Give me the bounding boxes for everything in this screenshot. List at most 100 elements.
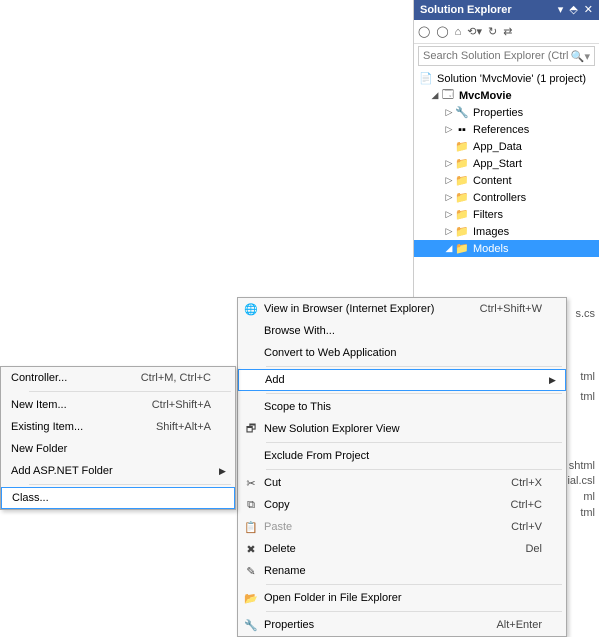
menu-item-class[interactable]: Class... <box>1 487 235 509</box>
tree-item-label: Images <box>473 226 509 238</box>
menu-label: Exclude From Project <box>264 450 542 462</box>
folder-icon: 📁 <box>454 191 470 205</box>
tree-item-content[interactable]: ▷📁Content <box>414 172 599 189</box>
forward-icon[interactable]: ◯ <box>436 25 448 38</box>
expander-icon[interactable]: ▷ <box>444 124 454 135</box>
menu-item-convert-to-web-application[interactable]: Convert to Web Application <box>238 342 566 364</box>
tree-item-label: App_Start <box>473 158 522 170</box>
menu-item-add[interactable]: Add▶ <box>238 369 566 391</box>
tree-item-controllers[interactable]: ▷📁Controllers <box>414 189 599 206</box>
menu-shortcut: Shift+Alt+A <box>156 421 219 433</box>
expander-icon[interactable]: ▷ <box>444 158 454 169</box>
menu-label: View in Browser (Internet Explorer) <box>264 303 480 315</box>
menu-item-new-solution-explorer-view[interactable]: 🗗New Solution Explorer View <box>238 418 566 440</box>
tree-item-references[interactable]: ▷▪▪References <box>414 121 599 138</box>
menu-shortcut: Ctrl+V <box>511 521 550 533</box>
tree-item-label: Controllers <box>473 192 526 204</box>
separator <box>266 584 562 585</box>
separator <box>266 442 562 443</box>
solution-node[interactable]: 📄 Solution 'MvcMovie' (1 project) <box>414 70 599 87</box>
expander-icon[interactable]: ◢ <box>444 243 454 254</box>
tree-item-label: References <box>473 124 529 136</box>
tree-item-app_start[interactable]: ▷📁App_Start <box>414 155 599 172</box>
menu-item-cut[interactable]: ✂CutCtrl+X <box>238 472 566 494</box>
expander-icon[interactable]: ▷ <box>444 226 454 237</box>
menu-item-exclude-from-project[interactable]: Exclude From Project <box>238 445 566 467</box>
tree-item-label: Filters <box>473 209 503 221</box>
refresh-icon[interactable]: ↻ <box>488 25 497 38</box>
menu-label: New Solution Explorer View <box>264 423 542 435</box>
menu-label: Cut <box>264 477 511 489</box>
submenu-arrow-icon: ▶ <box>219 466 229 477</box>
search-input[interactable] <box>423 50 571 62</box>
menu-shortcut: Alt+Enter <box>496 619 550 631</box>
menu-label: Copy <box>264 499 511 511</box>
home-icon[interactable]: ⌂ <box>455 26 462 38</box>
new-view-icon: 🗗 <box>238 420 264 439</box>
menu-label: Paste <box>264 521 511 533</box>
tree-item-images[interactable]: ▷📁Images <box>414 223 599 240</box>
menu-shortcut: Ctrl+Shift+A <box>152 399 219 411</box>
tree-item-properties[interactable]: ▷🔧Properties <box>414 104 599 121</box>
menu-label: Delete <box>264 543 525 555</box>
menu-shortcut: Ctrl+C <box>511 499 550 511</box>
sync-icon[interactable]: ⟲▾ <box>467 25 482 38</box>
tree-item-label: Models <box>473 243 508 255</box>
menu-item-open-folder-in-file-explorer[interactable]: 📂Open Folder in File Explorer <box>238 587 566 609</box>
menu-label: Add <box>265 374 541 386</box>
menu-shortcut: Ctrl+M, Ctrl+C <box>141 372 219 384</box>
menu-item-delete[interactable]: ✖DeleteDel <box>238 538 566 560</box>
folder-icon: ▪▪ <box>454 123 470 137</box>
menu-item-copy[interactable]: ⧉CopyCtrl+C <box>238 494 566 516</box>
menu-item-controller[interactable]: Controller...Ctrl+M, Ctrl+C <box>1 367 235 389</box>
folder-icon: 📁 <box>454 208 470 222</box>
menu-item-paste: 📋PasteCtrl+V <box>238 516 566 538</box>
expander-icon[interactable]: ▷ <box>444 209 454 220</box>
copy-icon: ⧉ <box>238 499 264 512</box>
expander-icon[interactable]: ◢ <box>430 90 440 101</box>
add-submenu: Controller...Ctrl+M, Ctrl+C New Item...Ct… <box>0 366 236 510</box>
solution-icon: 📄 <box>418 72 434 86</box>
folder-icon: 🔧 <box>454 106 470 120</box>
menu-item-view-in-browser-internet-explorer[interactable]: 🌐View in Browser (Internet Explorer)Ctrl… <box>238 298 566 320</box>
menu-label: Class... <box>12 492 210 504</box>
separator <box>29 484 231 485</box>
menu-label: Rename <box>264 565 542 577</box>
menu-label: Existing Item... <box>11 421 156 433</box>
properties-icon: 🔧 <box>238 619 264 632</box>
menu-item-rename[interactable]: ✎Rename <box>238 560 566 582</box>
tree-item-label: Properties <box>473 107 523 119</box>
folder-icon: 📁 <box>454 242 470 256</box>
close-icon[interactable]: ✕ <box>584 0 593 20</box>
tree-item-app_data[interactable]: 📁App_Data <box>414 138 599 155</box>
pin-icon[interactable]: ⬘ <box>569 0 577 20</box>
collapse-icon[interactable]: ⇄ <box>503 25 512 38</box>
menu-item-new-item[interactable]: New Item...Ctrl+Shift+A <box>1 394 235 416</box>
search-box[interactable]: 🔍▾ <box>418 46 595 66</box>
expander-icon[interactable]: ▷ <box>444 192 454 203</box>
separator <box>266 469 562 470</box>
separator <box>266 611 562 612</box>
search-icon[interactable]: 🔍▾ <box>571 50 590 63</box>
toolbar: ◯ ◯ ⌂ ⟲▾ ↻ ⇄ <box>414 20 599 44</box>
folder-icon: 📁 <box>454 157 470 171</box>
menu-item-add-asp-net-folder[interactable]: Add ASP.NET Folder▶ <box>1 460 235 482</box>
menu-item-new-folder[interactable]: New Folder <box>1 438 235 460</box>
menu-item-properties[interactable]: 🔧PropertiesAlt+Enter <box>238 614 566 636</box>
project-label: MvcMovie <box>459 90 512 102</box>
tree-item-models[interactable]: ◢📁Models <box>414 240 599 257</box>
folder-open-icon: 📂 <box>238 592 264 605</box>
back-icon[interactable]: ◯ <box>418 25 430 38</box>
panel-titlebar: Solution Explorer ▾ ⬘ ✕ <box>414 0 599 20</box>
menu-item-scope-to-this[interactable]: Scope to This <box>238 396 566 418</box>
menu-shortcut: Ctrl+X <box>511 477 550 489</box>
expander-icon[interactable]: ▷ <box>444 107 454 118</box>
dropdown-icon[interactable]: ▾ <box>558 0 564 20</box>
menu-item-browse-with[interactable]: Browse With... <box>238 320 566 342</box>
project-node[interactable]: ◢ 🗔 MvcMovie <box>414 87 599 104</box>
menu-item-existing-item[interactable]: Existing Item...Shift+Alt+A <box>1 416 235 438</box>
tree-item-filters[interactable]: ▷📁Filters <box>414 206 599 223</box>
cut-icon: ✂ <box>238 477 264 490</box>
expander-icon[interactable]: ▷ <box>444 175 454 186</box>
tree-item-label: App_Data <box>473 141 522 153</box>
